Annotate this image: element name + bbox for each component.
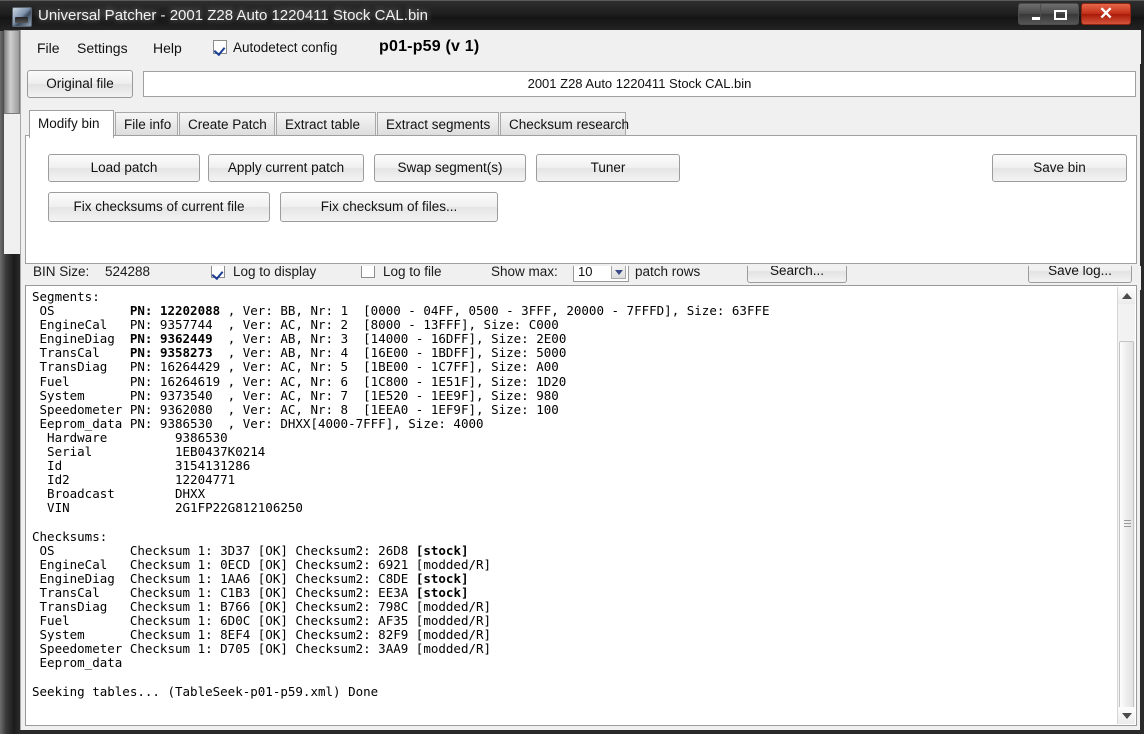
app-icon (12, 7, 32, 27)
menu-bar: File Settings Help Autodetect config p01… (21, 30, 1141, 64)
apply-current-patch-button[interactable]: Apply current patch (208, 154, 364, 182)
chevron-down-icon[interactable] (611, 266, 626, 279)
log-vertical-scrollbar[interactable] (1117, 287, 1135, 724)
tab-extract-segments[interactable]: Extract segments (377, 112, 499, 136)
tab-create-patch[interactable]: Create Patch (179, 112, 275, 136)
swap-segments-button[interactable]: Swap segment(s) (374, 154, 526, 182)
outer-scrollbar-thumb[interactable] (4, 30, 20, 114)
menu-help[interactable]: Help (149, 38, 186, 58)
application-window: Universal Patcher - 2001 Z28 Auto 122041… (0, 0, 1144, 734)
maximize-button[interactable] (1040, 3, 1079, 25)
log-to-display-label: Log to display (233, 266, 317, 279)
scroll-down-icon[interactable] (1118, 707, 1135, 724)
tab-strip: Modify bin File info Create Patch Extract t… (25, 110, 1137, 138)
fix-checksum-files-button[interactable]: Fix checksum of files... (280, 192, 498, 222)
fix-checksums-current-button[interactable]: Fix checksums of current file (48, 192, 270, 222)
save-log-button[interactable]: Save log... (1028, 266, 1132, 283)
tab-checksum-research[interactable]: Checksum research (500, 112, 629, 136)
outer-vertical-scrollbar[interactable] (4, 30, 21, 254)
close-button[interactable]: ✕ (1081, 3, 1131, 25)
scroll-up-icon[interactable] (1118, 287, 1135, 304)
log-output-text[interactable]: Segments: OS PN: 12202088 , Ver: BB, Nr:… (32, 290, 1110, 720)
log-scrollbar-thumb[interactable] (1119, 341, 1134, 715)
original-file-button[interactable]: Original file (27, 70, 133, 98)
maximize-icon (1041, 4, 1078, 24)
load-patch-button[interactable]: Load patch (48, 154, 200, 182)
scrollbar-grip-icon (1124, 520, 1131, 527)
log-to-file-checkbox[interactable] (361, 266, 375, 278)
title-bar: Universal Patcher - 2001 Z28 Auto 122041… (0, 0, 1144, 31)
config-version-label: p01-p59 (v 1) (379, 38, 480, 55)
client-area: File Settings Help Autodetect config p01… (20, 30, 1141, 730)
search-button[interactable]: Search... (747, 266, 847, 283)
save-bin-button[interactable]: Save bin (992, 154, 1127, 182)
window-title: Universal Patcher - 2001 Z28 Auto 122041… (38, 7, 428, 24)
bin-size-value: 524288 (105, 266, 151, 279)
autodetect-config-label: Autodetect config (233, 40, 338, 55)
patch-rows-label: patch rows (635, 266, 701, 279)
log-to-display-checkbox[interactable] (211, 266, 225, 278)
show-max-dropdown[interactable]: 10 (573, 266, 629, 282)
menu-settings[interactable]: Settings (73, 38, 132, 58)
tab-extract-table[interactable]: Extract table (276, 112, 376, 136)
tab-file-info[interactable]: File info (115, 112, 178, 136)
checkbox-box[interactable] (213, 40, 227, 54)
tuner-button[interactable]: Tuner (536, 154, 680, 182)
show-max-label: Show max: (491, 266, 558, 279)
log-output-panel: Segments: OS PN: 12202088 , Ver: BB, Nr:… (25, 285, 1137, 726)
menu-file[interactable]: File (33, 38, 64, 58)
show-max-value: 10 (578, 266, 593, 279)
log-to-file-label: Log to file (383, 266, 442, 279)
bin-size-label: BIN Size: (33, 266, 90, 279)
close-icon: ✕ (1098, 4, 1114, 23)
modify-bin-panel: Load patch Apply current patch Swap segm… (25, 135, 1137, 264)
file-path-field[interactable]: 2001 Z28 Auto 1220411 Stock CAL.bin (143, 71, 1136, 97)
tab-modify-bin[interactable]: Modify bin (29, 110, 114, 138)
